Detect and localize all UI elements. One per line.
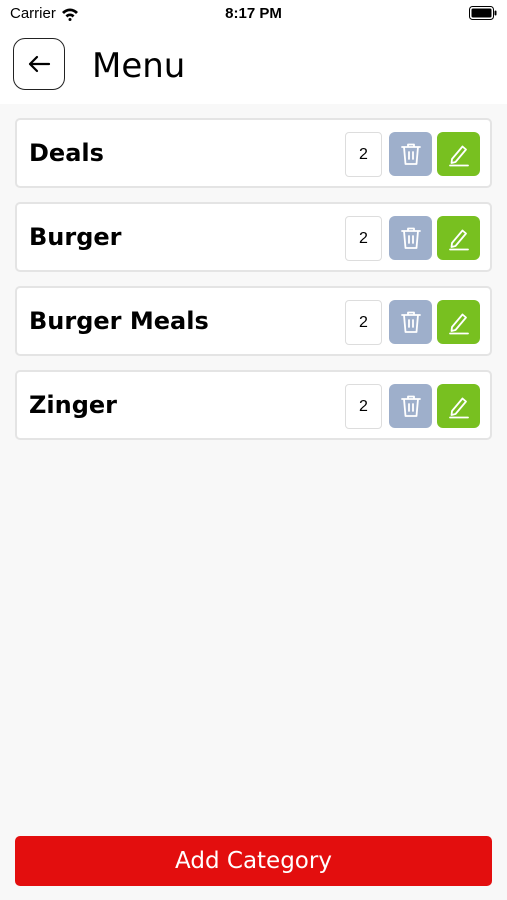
delete-button[interactable] [389,300,432,344]
category-row: Deals 2 [15,118,492,188]
item-count-box: 2 [345,216,382,261]
battery-icon [469,6,497,20]
add-category-button[interactable]: Add Category [15,836,492,886]
edit-button[interactable] [437,384,480,428]
category-row: Burger Meals 2 [15,286,492,356]
edit-button[interactable] [437,132,480,176]
trash-icon [400,227,421,249]
delete-button[interactable] [389,384,432,428]
trash-icon [400,395,421,417]
category-name: Burger [29,223,122,251]
pencil-icon [448,313,469,335]
delete-button[interactable] [389,132,432,176]
item-count-box: 2 [345,300,382,345]
edit-button[interactable] [437,300,480,344]
status-bar: Carrier 8:17 PM [0,0,507,28]
edit-button[interactable] [437,216,480,260]
item-count-box: 2 [345,384,382,429]
arrow-left-icon [28,55,51,73]
trash-icon [400,311,421,333]
delete-button[interactable] [389,216,432,260]
clock: 8:17 PM [225,5,282,22]
category-name: Zinger [29,391,118,419]
back-button[interactable] [13,38,65,90]
page-title: Menu [92,46,186,86]
item-count-box: 2 [345,132,382,177]
header: Menu [0,28,507,104]
trash-icon [400,143,421,165]
category-list: Deals 2 Burger 2 Burger Meals 2 Zinger 2 [15,118,492,454]
pencil-icon [448,397,469,419]
category-row: Zinger 2 [15,370,492,440]
pencil-icon [448,145,469,167]
category-row: Burger 2 [15,202,492,272]
category-name: Deals [29,139,104,167]
category-name: Burger Meals [29,307,209,335]
pencil-icon [448,229,469,251]
